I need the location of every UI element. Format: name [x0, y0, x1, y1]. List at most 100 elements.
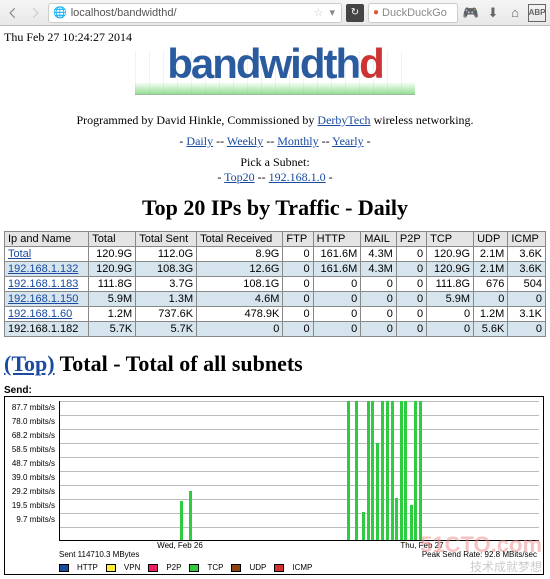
adblock-icon[interactable]: ABP	[528, 4, 546, 22]
value-cell: 0	[508, 322, 546, 337]
value-cell: 0	[396, 292, 426, 307]
chart-bar	[367, 401, 370, 540]
column-header: HTTP	[313, 232, 361, 247]
chart-bar	[189, 491, 192, 540]
chart-title: Send:	[4, 385, 546, 396]
value-cell: 120.9G	[427, 262, 474, 277]
page-title: Top 20 IPs by Traffic - Daily	[4, 195, 546, 221]
back-icon[interactable]	[4, 4, 22, 22]
ip-link[interactable]: 192.168.1.132	[8, 263, 78, 275]
column-header: Ip and Name	[5, 232, 89, 247]
value-cell: 112.0G	[136, 247, 197, 262]
value-cell: 737.6K	[136, 307, 197, 322]
dropdown-icon[interactable]: ▾	[327, 6, 337, 19]
value-cell: 5.7K	[89, 322, 136, 337]
value-cell: 0	[508, 292, 546, 307]
value-cell: 0	[361, 277, 397, 292]
ytick: 9.7 mbits/s	[5, 513, 57, 527]
ip-cell: 192.168.1.150	[5, 292, 89, 307]
legend-label: TCP	[207, 563, 223, 572]
value-cell: 120.9G	[89, 247, 136, 262]
value-cell: 5.7K	[136, 322, 197, 337]
value-cell: 1.2M	[474, 307, 508, 322]
xtick-0: Wed, Feb 26	[59, 541, 301, 550]
table-row: 192.168.1.601.2M737.6K478.9K000001.2M3.1…	[5, 307, 546, 322]
watermark: 51CTO.com 技术成就梦想	[420, 532, 542, 575]
value-cell: 0	[283, 277, 313, 292]
value-cell: 0	[283, 247, 313, 262]
value-cell: 504	[508, 277, 546, 292]
download-icon[interactable]: ⬇	[484, 4, 502, 22]
chart-bar	[347, 401, 350, 540]
value-cell: 0	[313, 307, 361, 322]
value-cell: 0	[396, 322, 426, 337]
chart-bar	[386, 401, 389, 540]
value-cell: 108.3G	[136, 262, 197, 277]
legend-swatch	[189, 564, 199, 572]
logo-part1: bandwidth	[167, 40, 359, 87]
reload-button[interactable]: ↻	[346, 4, 364, 22]
value-cell: 1.2M	[89, 307, 136, 322]
chart-bar	[180, 501, 183, 540]
value-cell: 0	[361, 322, 397, 337]
table-row: Total120.9G112.0G8.9G0161.6M4.3M0120.9G2…	[5, 247, 546, 262]
value-cell: 676	[474, 277, 508, 292]
ytick: 48.7 mbits/s	[5, 457, 57, 471]
column-header: TCP	[427, 232, 474, 247]
value-cell: 0	[283, 322, 313, 337]
value-cell: 3.6K	[508, 247, 546, 262]
table-row: 192.168.1.183111.8G3.7G108.1G0000111.8G6…	[5, 277, 546, 292]
logo-part2: d	[359, 40, 383, 87]
url-bar[interactable]: 🌐 localhost/bandwidthd/ ☆ ▾	[48, 3, 342, 23]
column-header: Total	[89, 232, 136, 247]
search-placeholder: DuckDuckGo	[379, 7, 447, 19]
value-cell: 161.6M	[313, 262, 361, 277]
value-cell: 1.3M	[136, 292, 197, 307]
subnet-link[interactable]: 192.168.1.0	[269, 170, 326, 184]
value-cell: 4.3M	[361, 262, 397, 277]
value-cell: 0	[396, 307, 426, 322]
y-axis-labels: 87.7 mbits/s78.0 mbits/s68.2 mbits/s58.5…	[5, 401, 57, 527]
chart-bar	[395, 498, 398, 540]
home-icon[interactable]: ⌂	[506, 4, 524, 22]
legend-swatch	[274, 564, 284, 572]
chart-bar	[376, 443, 379, 540]
value-cell: 5.6K	[474, 322, 508, 337]
ip-link[interactable]: 192.168.1.150	[8, 293, 78, 305]
chart-bar	[414, 401, 417, 540]
column-header: P2P	[396, 232, 426, 247]
chart-bar	[381, 401, 384, 540]
subnet-label: Pick a Subnet:	[240, 155, 309, 169]
value-cell: 120.9G	[89, 262, 136, 277]
logo-text: bandwidthd	[4, 43, 546, 85]
value-cell: 0	[313, 277, 361, 292]
chart-bar	[371, 401, 374, 540]
value-cell: 0	[283, 262, 313, 277]
ip-cell: 192.168.1.182	[5, 322, 89, 337]
ip-link[interactable]: 192.168.1.183	[8, 278, 78, 290]
column-header: Total Received	[197, 232, 283, 247]
bookmark-star-icon[interactable]: ☆	[313, 6, 327, 20]
watermark-line1: 51CTO.com	[420, 532, 542, 558]
search-engine-bar[interactable]: ● DuckDuckGo	[368, 3, 458, 23]
legend-label: P2P	[166, 563, 181, 572]
value-cell: 0	[474, 292, 508, 307]
ytick: 78.0 mbits/s	[5, 415, 57, 429]
joystick-icon[interactable]: 🎮	[462, 4, 480, 22]
chart-bar	[400, 401, 403, 540]
top-anchor-link[interactable]: (Top)	[4, 351, 55, 376]
legend-label: HTTP	[77, 563, 98, 572]
top20-link[interactable]: Top20	[224, 170, 255, 184]
ip-link[interactable]: 192.168.1.60	[8, 308, 72, 320]
ip-link[interactable]: Total	[8, 248, 31, 260]
page-content: Thu Feb 27 10:24:27 2014 bandwidthd Prog…	[0, 26, 550, 579]
value-cell: 0	[313, 322, 361, 337]
value-cell: 3.6K	[508, 262, 546, 277]
footer-left: Sent 114710.3 MBytes	[59, 550, 139, 559]
value-cell: 0	[427, 307, 474, 322]
value-cell: 111.8G	[89, 277, 136, 292]
value-cell: 5.9M	[89, 292, 136, 307]
chart-bar	[391, 401, 394, 540]
logo: bandwidthd	[4, 51, 546, 137]
legend-swatch	[148, 564, 158, 572]
